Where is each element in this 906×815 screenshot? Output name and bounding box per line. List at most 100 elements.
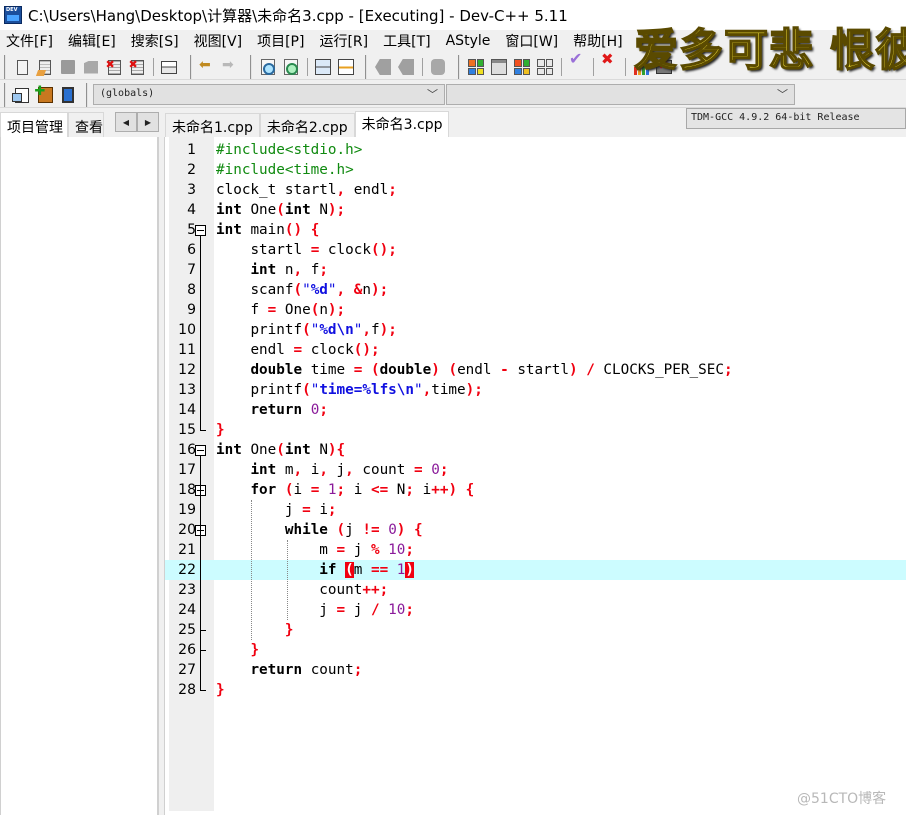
close-file-button[interactable]	[103, 56, 125, 78]
menu-astyle[interactable]: AStyle	[440, 33, 500, 49]
stop-button[interactable]	[427, 56, 449, 78]
open-file-button[interactable]	[34, 56, 56, 78]
code-line[interactable]: 1 #include<stdio.h>	[165, 140, 906, 160]
menu-project[interactable]: 项目[P]	[251, 31, 313, 51]
tab-classes[interactable]: 查看	[68, 112, 104, 137]
code-line[interactable]: 24 j = j / 10;	[165, 600, 906, 620]
menu-tools[interactable]: 工具[T]	[377, 31, 439, 51]
code-line[interactable]: 2 #include<time.h>	[165, 160, 906, 180]
code-line[interactable]: 17 int m, i, j, count = 0;	[165, 460, 906, 480]
menu-search[interactable]: 搜索[S]	[125, 31, 188, 51]
project-options-button[interactable]	[57, 84, 79, 106]
tab-file-1[interactable]: 未命名1.cpp	[165, 113, 260, 137]
code-line[interactable]: 11 endl = clock();	[165, 340, 906, 360]
rebuild-all-button[interactable]	[534, 56, 556, 78]
new-file-button[interactable]	[11, 56, 33, 78]
undo-button[interactable]	[197, 56, 219, 78]
fold-end-marker	[200, 650, 206, 651]
tab-file-2[interactable]: 未命名2.cpp	[259, 113, 355, 137]
tab-scroll-left-button[interactable]: ◀	[115, 112, 137, 132]
chevron-down-icon: ﹀	[777, 88, 788, 101]
line-number: 17	[178, 462, 196, 478]
goto-line-button[interactable]	[312, 56, 334, 78]
compiler-select[interactable]: TDM-GCC 4.9.2 64-bit Release	[686, 108, 906, 129]
code-line[interactable]: 20 while (j != 0) {	[165, 520, 906, 540]
tab-project[interactable]: 项目管理	[0, 112, 68, 137]
code-line[interactable]: 16 int One(int N){	[165, 440, 906, 460]
tab-scroll-right-button[interactable]: ▶	[137, 112, 159, 132]
run-button[interactable]	[488, 56, 510, 78]
title-bar: C:\Users\Hang\Desktop\计算器\未命名3.cpp - [Ex…	[0, 0, 906, 30]
code-line[interactable]: 3 clock_t startl, endl;	[165, 180, 906, 200]
fold-collapse-icon[interactable]	[195, 225, 206, 236]
line-number: 10	[178, 322, 196, 338]
code-line[interactable]: 10 printf("%d\n",f);	[165, 320, 906, 340]
code-line[interactable]: 13 printf("time=%lfs\n",time);	[165, 380, 906, 400]
function-combo[interactable]: ﹀	[446, 84, 795, 105]
new-project-button[interactable]	[11, 84, 33, 106]
save-all-button[interactable]	[80, 56, 102, 78]
compile-button[interactable]	[465, 56, 487, 78]
print-icon	[161, 60, 177, 74]
toolbar-separator	[153, 58, 154, 76]
save-button[interactable]	[57, 56, 79, 78]
menu-view[interactable]: 视图[V]	[188, 31, 252, 51]
code-line[interactable]: 21 m = j % 10;	[165, 540, 906, 560]
code-line[interactable]: 12 double time = (double) (endl - startl…	[165, 360, 906, 380]
delete-profile-button[interactable]	[653, 56, 675, 78]
code-line[interactable]: 28}	[165, 680, 906, 700]
toolbar-handle	[86, 83, 90, 107]
class-combo[interactable]: (globals) ﹀	[93, 84, 445, 105]
code-line[interactable]: 25 }	[165, 620, 906, 640]
class-combo-value: (globals)	[100, 88, 155, 99]
add-to-project-button[interactable]	[34, 84, 56, 106]
code-line[interactable]: 6 startl = clock();	[165, 240, 906, 260]
code-line[interactable]: 18 for (i = 1; i <= N; i++) {	[165, 480, 906, 500]
profile-button[interactable]	[630, 56, 652, 78]
close-file-icon	[106, 58, 121, 75]
code-line[interactable]: 15}	[165, 420, 906, 440]
menu-file[interactable]: 文件[F]	[0, 31, 62, 51]
tab-file-3[interactable]: 未命名3.cpp	[354, 111, 450, 138]
replace-button[interactable]	[280, 56, 302, 78]
toggle-split-button[interactable]	[335, 56, 357, 78]
syntax-check-button[interactable]	[566, 49, 588, 78]
code-line[interactable]: 19 j = i;	[165, 500, 906, 520]
line-number: 1	[187, 142, 196, 158]
print-button[interactable]	[158, 56, 180, 78]
menu-edit[interactable]: 编辑[E]	[62, 31, 125, 51]
find-button[interactable]	[257, 56, 279, 78]
close-all-button[interactable]	[126, 56, 148, 78]
menu-window[interactable]: 窗口[W]	[499, 31, 567, 51]
clean-button[interactable]	[598, 50, 620, 78]
fold-line	[200, 236, 201, 430]
code-line[interactable]: 26 }	[165, 640, 906, 660]
code-line[interactable]: 14 return 0;	[165, 400, 906, 420]
toolbar-separator	[561, 58, 562, 76]
next-bookmark-button[interactable]	[395, 56, 417, 78]
watermark: @51CTO博客	[797, 791, 887, 807]
line-number: 14	[178, 402, 196, 418]
fold-end-marker	[200, 630, 206, 631]
code-line[interactable]: 9 f = One(n);	[165, 300, 906, 320]
code-line[interactable]: 27 return count;	[165, 660, 906, 680]
code-line-current[interactable]: 22 if (m == 1)	[165, 560, 906, 580]
compile-run-button[interactable]	[511, 56, 533, 78]
window-title: C:\Users\Hang\Desktop\计算器\未命名3.cpp - [Ex…	[28, 6, 568, 25]
code-line[interactable]: 23 count++;	[165, 580, 906, 600]
code-text: double time = (double) (endl - startl) /…	[250, 362, 733, 378]
code-line[interactable]: 4 int One(int N);	[165, 200, 906, 220]
fold-end-marker	[200, 690, 206, 691]
line-number: 26	[178, 642, 196, 658]
menu-execute[interactable]: 运行[R]	[313, 31, 377, 51]
code-line[interactable]: 8 scanf("%d", &n);	[165, 280, 906, 300]
fold-collapse-icon[interactable]	[195, 445, 206, 456]
code-line[interactable]: 5 int main() {	[165, 220, 906, 240]
project-tree[interactable]	[0, 137, 159, 815]
code-line[interactable]: 7 int n, f;	[165, 260, 906, 280]
prev-bookmark-button[interactable]	[372, 56, 394, 78]
redo-button[interactable]	[220, 56, 242, 78]
code-editor[interactable]: 1 #include<stdio.h> 2 #include<time.h> 3 cloc…	[164, 137, 906, 815]
toolbar-separator	[307, 58, 308, 76]
menu-help[interactable]: 帮助[H]	[567, 31, 631, 51]
